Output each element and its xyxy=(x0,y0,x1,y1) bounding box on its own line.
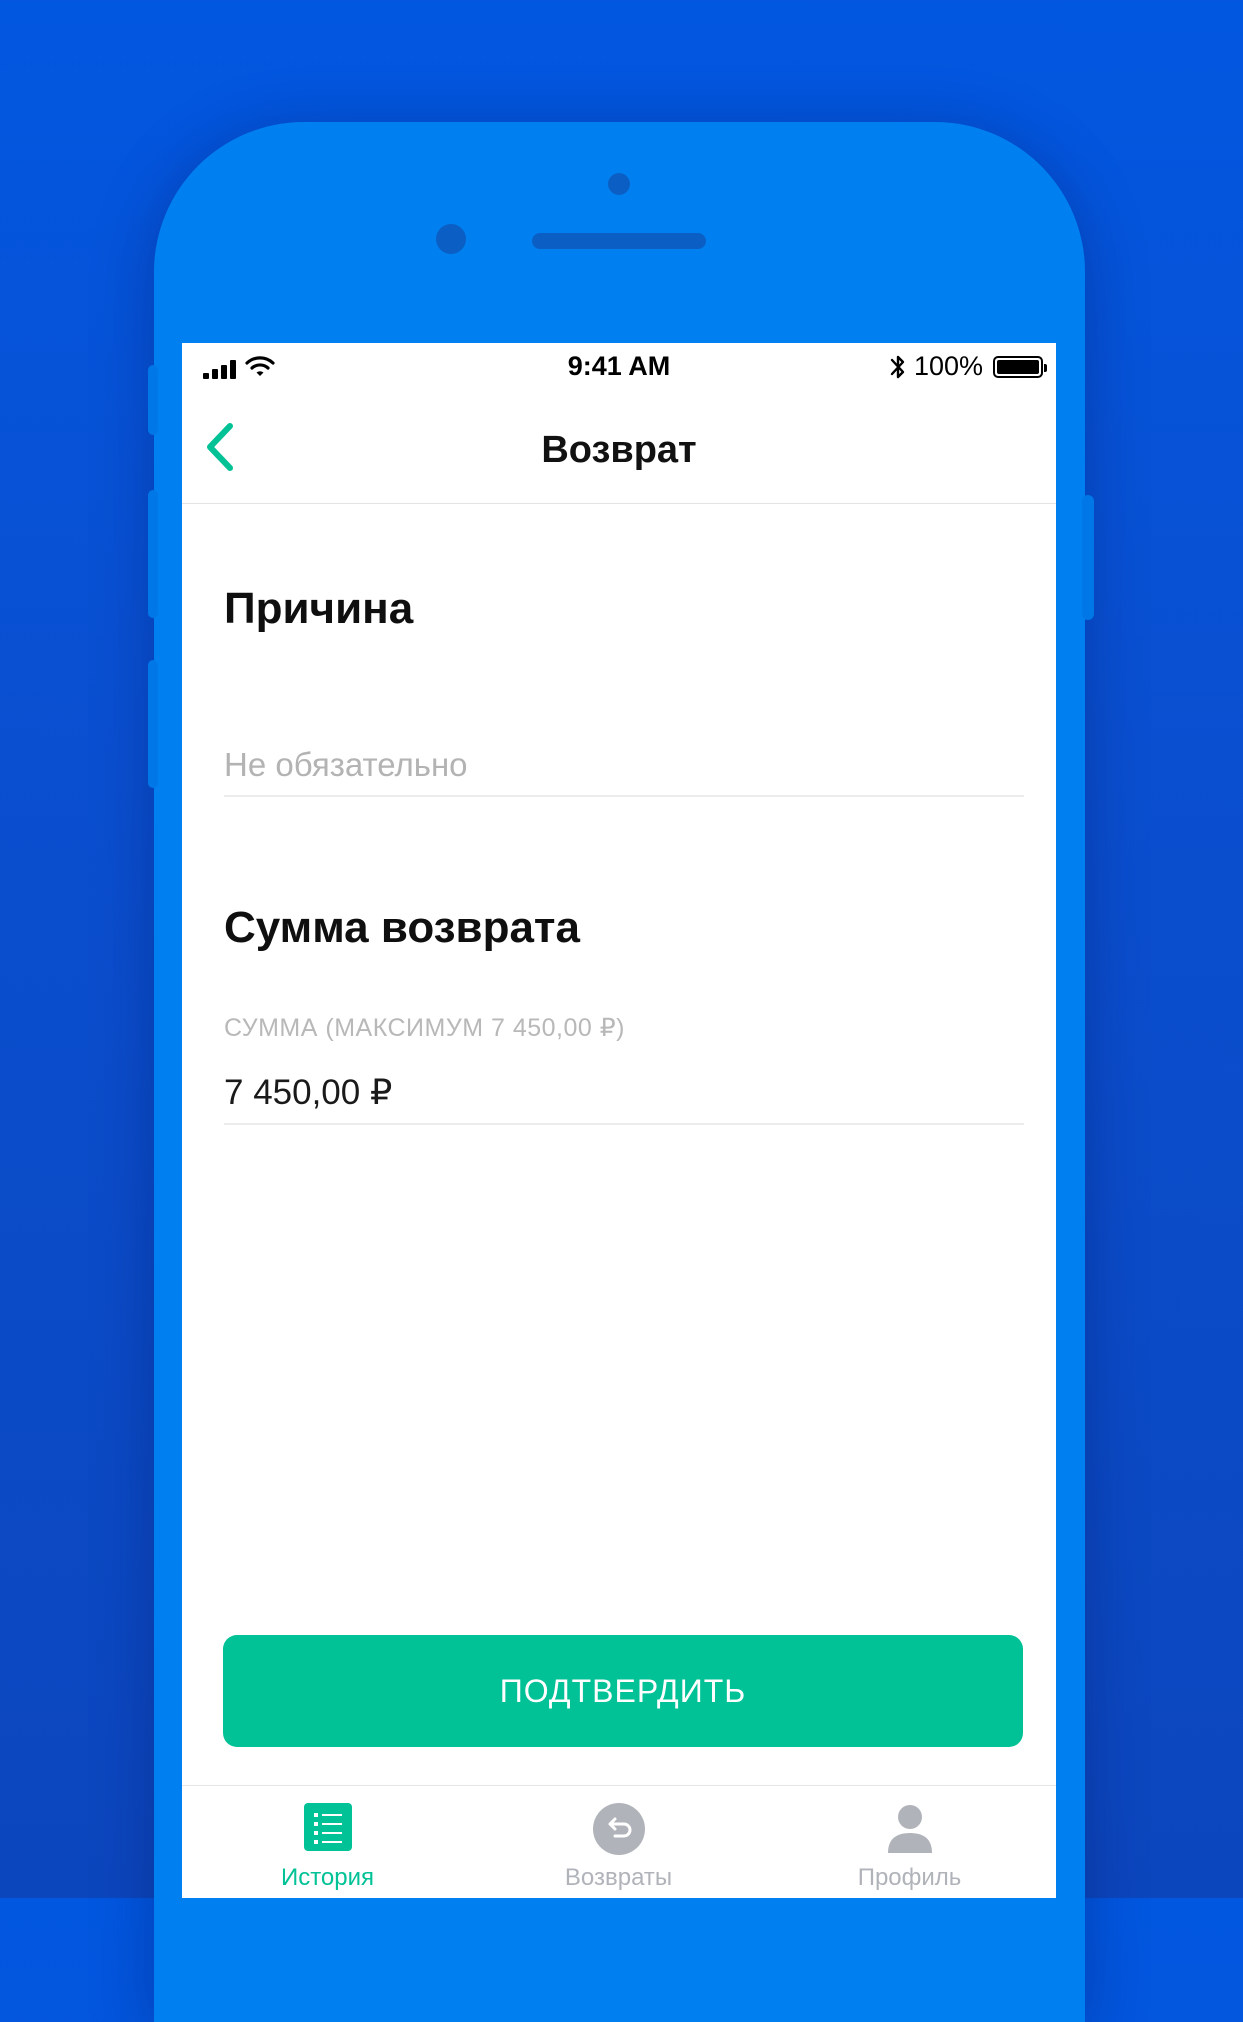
navigation-bar: Возврат xyxy=(182,393,1056,504)
page-title: Возврат xyxy=(541,429,697,471)
battery-percent: 100% xyxy=(914,351,984,381)
amount-label: СУММА (МАКСИМУМ 7 450,00 ₽) xyxy=(224,1014,625,1042)
front-camera xyxy=(608,173,630,195)
tab-profile-label: Профиль xyxy=(857,1864,962,1891)
earpiece-speaker xyxy=(532,233,706,249)
undo-icon xyxy=(592,1803,645,1855)
reason-input[interactable] xyxy=(224,735,1024,797)
volume-up-button xyxy=(148,490,158,618)
volume-down-button xyxy=(148,660,158,788)
list-icon xyxy=(303,1803,352,1851)
bluetooth-icon xyxy=(890,355,905,379)
refund-section-title: Сумма возврата xyxy=(224,903,580,952)
tab-bar: История Возвраты Профиль xyxy=(182,1785,1056,1898)
user-icon xyxy=(887,1805,932,1853)
tab-profile[interactable]: Профиль xyxy=(764,1786,1055,1898)
confirm-button[interactable]: ПОДТВЕРДИТЬ xyxy=(223,1635,1023,1747)
tab-returns[interactable]: Возвраты xyxy=(473,1786,764,1898)
mute-switch xyxy=(148,365,158,435)
battery-icon xyxy=(993,356,1047,378)
tab-history[interactable]: История xyxy=(182,1786,473,1898)
status-bar: 9:41 AM 100% xyxy=(182,343,1056,393)
tab-returns-label: Возвраты xyxy=(564,1864,673,1891)
amount-input[interactable] xyxy=(224,1063,1024,1125)
reason-section-title: Причина xyxy=(224,584,414,633)
proximity-sensor xyxy=(436,224,466,254)
app-screen: 9:41 AM 100% Возврат Причина Сумма возвр… xyxy=(182,343,1056,1898)
tab-history-label: История xyxy=(280,1864,375,1891)
power-button xyxy=(1082,495,1094,620)
